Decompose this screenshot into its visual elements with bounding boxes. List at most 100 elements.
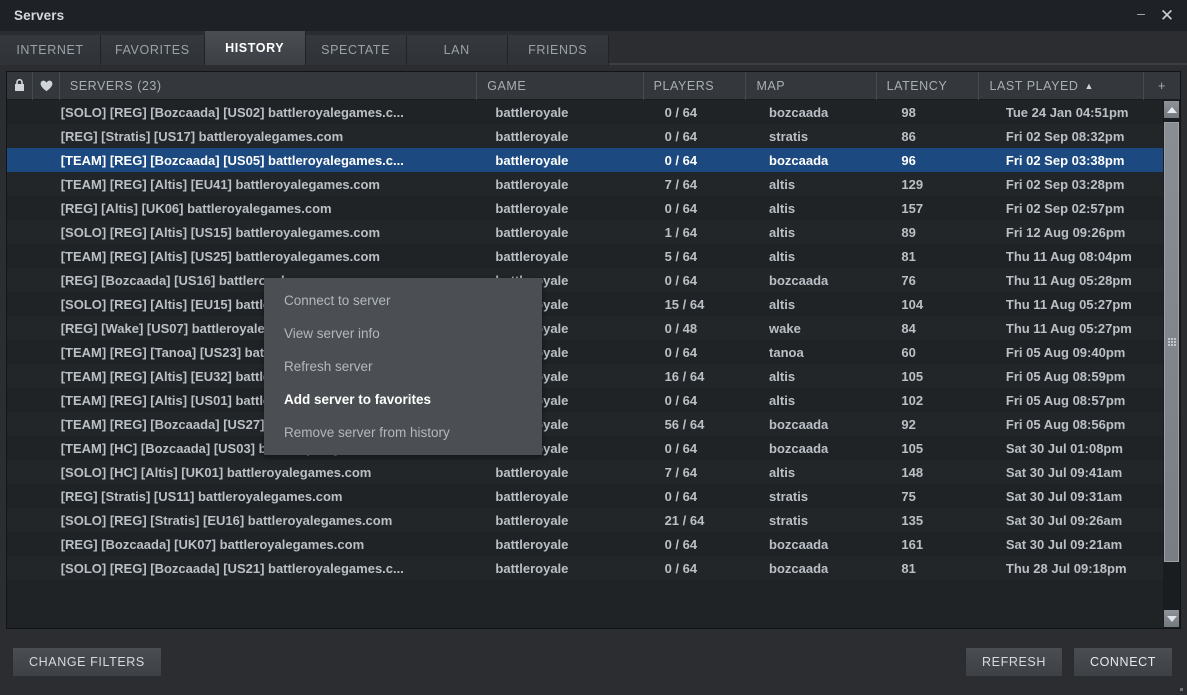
table-row[interactable]: [REG] [Stratis] [US11] battleroyalegames… (7, 484, 1163, 508)
lock-icon (14, 79, 25, 92)
row-map: tanoa (769, 344, 804, 360)
row-last-played: Fri 05 Aug 08:59pm (1005, 368, 1126, 384)
row-favorite-cell (34, 484, 61, 508)
table-row[interactable]: [SOLO] [REG] [Bozcaada] [US21] battleroy… (7, 556, 1163, 580)
tab-label: FRIENDS (528, 43, 588, 57)
row-latency: 92 (901, 416, 916, 432)
minimize-icon[interactable]: – (1129, 4, 1153, 28)
table-row[interactable]: [SOLO] [HC] [Altis] [UK01] battleroyaleg… (7, 460, 1163, 484)
table-row[interactable]: [REG] [Bozcaada] [UK07] battleroyalegame… (7, 532, 1163, 556)
context-menu-item[interactable]: Connect to server (264, 284, 542, 317)
row-favorite-cell (34, 124, 61, 148)
resize-grip-icon[interactable] (1180, 688, 1183, 691)
row-latency: 104 (901, 296, 924, 312)
row-last-played: Fri 05 Aug 08:57pm (1005, 392, 1126, 408)
refresh-button[interactable]: REFRESH (965, 647, 1063, 677)
row-map: bozcaada (769, 152, 829, 168)
table-row[interactable]: [SOLO] [REG] [Altis] [EU15] battleroyale… (7, 292, 1163, 316)
table-row[interactable]: [TEAM] [REG] [Bozcaada] [US05] battleroy… (7, 148, 1163, 172)
table-row[interactable]: [SOLO] [REG] [Bozcaada] [US02] battleroy… (7, 100, 1163, 124)
row-latency: 89 (901, 224, 916, 240)
row-game: battleroyale (495, 560, 569, 576)
column-header-servers[interactable]: SERVERS (23) (60, 72, 478, 100)
close-icon[interactable]: ✕ (1155, 4, 1179, 28)
row-latency: 105 (901, 368, 924, 384)
scrollbar-thumb[interactable] (1164, 122, 1179, 562)
connect-button[interactable]: CONNECT (1072, 647, 1173, 677)
tab-internet[interactable]: INTERNET (0, 35, 101, 65)
row-last-played: Fri 05 Aug 08:56pm (1005, 416, 1126, 432)
row-map: bozcaada (769, 416, 829, 432)
column-header-game[interactable]: GAME (477, 72, 644, 100)
row-last-played: Fri 02 Sep 03:38pm (1005, 152, 1125, 168)
tab-label: SPECTATE (321, 43, 391, 57)
row-map: wake (769, 320, 801, 336)
column-header-lock[interactable] (7, 72, 34, 100)
table-row[interactable]: [REG] [Stratis] [US17] battleroyalegames… (7, 124, 1163, 148)
scroll-down-button[interactable] (1164, 610, 1179, 627)
column-header-latency[interactable]: LATENCY (877, 72, 980, 100)
row-players: 16 / 64 (664, 368, 705, 384)
row-latency: 75 (901, 488, 916, 504)
row-last-played: Thu 11 Aug 05:27pm (1005, 296, 1132, 312)
table-row[interactable]: [REG] [Altis] [UK06] battleroyalegames.c… (7, 196, 1163, 220)
row-lock-cell (7, 220, 34, 244)
tab-favorites[interactable]: FAVORITES (101, 35, 205, 65)
row-players: 0 / 48 (664, 320, 698, 336)
row-lock-cell (7, 316, 34, 340)
server-list-panel: SERVERS (23) GAME PLAYERS MAP LATENCY LA… (6, 71, 1181, 629)
row-favorite-cell (34, 196, 61, 220)
row-last-played: Sat 30 Jul 09:41am (1005, 464, 1123, 480)
context-menu-item[interactable]: Remove server from history (264, 416, 542, 449)
column-header-last-played[interactable]: LAST PLAYED ▲ (979, 72, 1144, 100)
table-row[interactable]: [REG] [Bozcaada] [US16] battleroyalegame… (7, 268, 1163, 292)
tab-history[interactable]: HISTORY (204, 31, 306, 65)
row-server-name: [SOLO] [HC] [Altis] [UK01] battleroyaleg… (60, 464, 372, 480)
table-row[interactable]: [TEAM] [REG] [Tanoa] [US23] battleroyale… (7, 340, 1163, 364)
context-menu-item[interactable]: Add server to favorites (264, 383, 542, 416)
context-menu-item[interactable]: View server info (264, 317, 542, 350)
row-players: 0 / 64 (664, 440, 698, 456)
table-row[interactable]: [TEAM] [REG] [Altis] [EU41] battleroyale… (7, 172, 1163, 196)
row-last-played: Sat 30 Jul 09:31am (1005, 488, 1123, 504)
tab-friends[interactable]: FRIENDS (507, 35, 609, 65)
row-game: battleroyale (495, 248, 569, 264)
row-favorite-cell (34, 508, 61, 532)
row-last-played: Thu 11 Aug 05:27pm (1005, 320, 1132, 336)
chevron-up-icon (1166, 106, 1177, 113)
change-filters-button[interactable]: CHANGE FILTERS (12, 647, 162, 677)
row-favorite-cell (34, 532, 61, 556)
column-header-players[interactable]: PLAYERS (644, 72, 747, 100)
row-favorite-cell (34, 268, 61, 292)
row-lock-cell (7, 388, 34, 412)
vertical-scrollbar[interactable] (1163, 100, 1180, 628)
tab-lan[interactable]: LAN (406, 35, 508, 65)
column-header-last-played-label: LAST PLAYED (989, 78, 1079, 93)
scrollbar-grip-icon (1167, 337, 1176, 347)
table-row[interactable]: [TEAM] [REG] [Altis] [US01] battleroyale… (7, 388, 1163, 412)
table-row[interactable]: [SOLO] [REG] [Altis] [US15] battleroyale… (7, 220, 1163, 244)
table-row[interactable]: [TEAM] [REG] [Bozcaada] [US27] battleroy… (7, 412, 1163, 436)
add-column-button[interactable]: + (1144, 72, 1180, 100)
row-players: 7 / 64 (664, 176, 698, 192)
row-map: stratis (769, 488, 809, 504)
table-row[interactable]: [TEAM] [REG] [Altis] [US25] battleroyale… (7, 244, 1163, 268)
window-controls: – ✕ (1129, 0, 1179, 31)
row-server-name: [REG] [Stratis] [US11] battleroyalegames… (60, 488, 343, 504)
row-latency: 148 (901, 464, 924, 480)
row-favorite-cell (34, 244, 61, 268)
table-row[interactable]: [REG] [Wake] [US07] battleroyalegames.co… (7, 316, 1163, 340)
row-map: stratis (769, 128, 809, 144)
context-menu-item[interactable]: Refresh server (264, 350, 542, 383)
server-rows: [SOLO] [REG] [Bozcaada] [US02] battleroy… (7, 100, 1163, 628)
table-row[interactable]: [TEAM] [HC] [Bozcaada] [US03] battleroya… (7, 436, 1163, 460)
column-header-map[interactable]: MAP (746, 72, 877, 100)
row-lock-cell (7, 148, 34, 172)
scroll-up-button[interactable] (1164, 101, 1179, 118)
table-row[interactable]: [TEAM] [REG] [Altis] [EU32] battleroyale… (7, 364, 1163, 388)
row-server-name: [REG] [Altis] [UK06] battleroyalegames.c… (60, 200, 332, 216)
column-header-favorite[interactable] (33, 72, 60, 100)
row-latency: 81 (901, 248, 916, 264)
tab-spectate[interactable]: SPECTATE (305, 35, 407, 65)
table-row[interactable]: [SOLO] [REG] [Stratis] [EU16] battleroya… (7, 508, 1163, 532)
